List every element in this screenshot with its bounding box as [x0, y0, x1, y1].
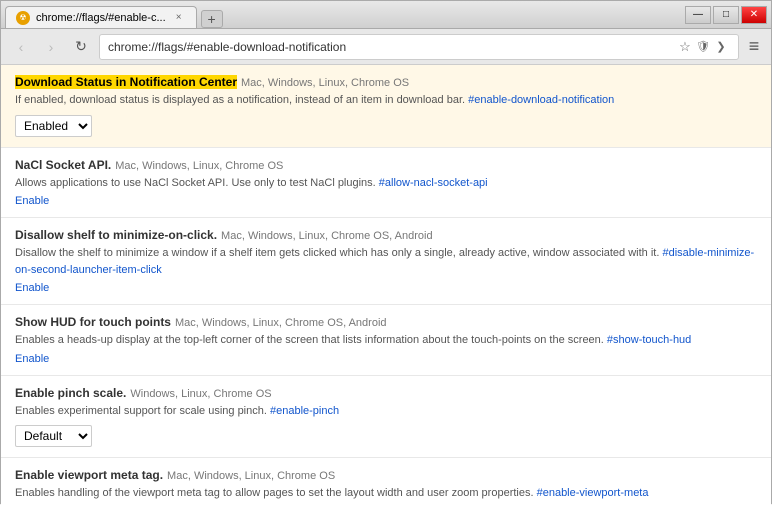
flag-title: Disallow shelf to minimize-on-click.	[15, 228, 217, 242]
flag-platforms: Mac, Windows, Linux, Chrome OS	[167, 470, 335, 482]
flag-anchor-link[interactable]: #enable-download-notification	[468, 94, 614, 106]
flag-enable-link-show-hud-touch[interactable]: Enable	[15, 353, 49, 365]
close-button[interactable]: ✕	[741, 6, 767, 24]
flag-description: Allows applications to use NaCl Socket A…	[15, 175, 757, 192]
flag-item-download-notification: Download Status in Notification Center Ma…	[1, 65, 771, 148]
flag-anchor-link[interactable]: #enable-pinch	[270, 405, 339, 417]
content-area[interactable]: Download Status in Notification Center Ma…	[1, 65, 771, 505]
flag-title: Enable pinch scale.	[15, 386, 126, 400]
window-controls: — □ ✕	[685, 6, 767, 24]
tab-close-button[interactable]: ×	[172, 11, 186, 25]
address-bar[interactable]: chrome://flags/#enable-download-notifica…	[99, 34, 739, 60]
flag-platforms: Mac, Windows, Linux, Chrome OS, Android	[175, 317, 387, 329]
flag-anchor-link[interactable]: #show-touch-hud	[607, 334, 691, 346]
title-bar: ☢ chrome://flags/#enable-c... × + — □ ✕	[1, 1, 771, 29]
flag-select-wrapper: EnabledDisabledDefault	[15, 115, 757, 137]
flag-description: Enables experimental support for scale u…	[15, 403, 757, 420]
flag-description: Enables a heads-up display at the top-le…	[15, 332, 757, 349]
maximize-button[interactable]: □	[713, 6, 739, 24]
flag-item-disallow-shelf: Disallow shelf to minimize-on-click. Mac,…	[1, 218, 771, 305]
flag-item-show-hud-touch: Show HUD for touch points Mac, Windows, L…	[1, 305, 771, 376]
menu-icon[interactable]: ≡	[745, 38, 763, 56]
flag-anchor-link[interactable]: #allow-nacl-socket-api	[379, 177, 488, 189]
tab-area: ☢ chrome://flags/#enable-c... × +	[5, 1, 223, 28]
flag-title-line: Show HUD for touch points Mac, Windows, L…	[15, 315, 757, 329]
flag-enable-link-nacl-socket-api[interactable]: Enable	[15, 195, 49, 207]
flag-item-enable-pinch-scale: Enable pinch scale. Windows, Linux, Chrom…	[1, 376, 771, 459]
flag-item-enable-viewport-meta: Enable viewport meta tag. Mac, Windows, L…	[1, 458, 771, 505]
nav-bar: ‹ › ↻ chrome://flags/#enable-download-no…	[1, 29, 771, 65]
bookmark-icon[interactable]: ☆	[676, 38, 694, 56]
flag-description: If enabled, download status is displayed…	[15, 92, 757, 109]
flag-anchor-link[interactable]: #enable-viewport-meta	[537, 487, 649, 499]
flag-platforms: Mac, Windows, Linux, Chrome OS	[241, 77, 409, 89]
flag-select-wrapper: DefaultEnabledDisabled	[15, 425, 757, 447]
flag-title: NaCl Socket API.	[15, 158, 111, 172]
flag-select-download-notification[interactable]: EnabledDisabledDefault	[15, 115, 92, 137]
flag-enable-link-disallow-shelf[interactable]: Enable	[15, 282, 49, 294]
flag-platforms: Mac, Windows, Linux, Chrome OS	[115, 160, 283, 172]
flag-title: Enable viewport meta tag.	[15, 468, 163, 482]
flag-title-line: NaCl Socket API. Mac, Windows, Linux, Chr…	[15, 158, 757, 172]
flag-title-line: Disallow shelf to minimize-on-click. Mac,…	[15, 228, 757, 242]
reload-button[interactable]: ↻	[69, 35, 93, 59]
flag-title-line: Download Status in Notification Center Ma…	[15, 75, 757, 89]
flag-anchor-link[interactable]: #disable-minimize-on-second-launcher-ite…	[15, 247, 754, 276]
flag-platforms: Windows, Linux, Chrome OS	[130, 388, 271, 400]
active-tab[interactable]: ☢ chrome://flags/#enable-c... ×	[5, 6, 197, 28]
minimize-button[interactable]: —	[685, 6, 711, 24]
flag-description: Disallow the shelf to minimize a window …	[15, 245, 757, 278]
flag-select-enable-pinch-scale[interactable]: DefaultEnabledDisabled	[15, 425, 92, 447]
shield-icon: 🛡	[694, 38, 712, 56]
forward-button[interactable]: ›	[39, 35, 63, 59]
flag-description: Enables handling of the viewport meta ta…	[15, 485, 757, 502]
nav-extra-icon[interactable]: ❯	[712, 38, 730, 56]
flag-title: Download Status in Notification Center	[15, 75, 237, 89]
tab-favicon: ☢	[16, 11, 30, 25]
flag-title-line: Enable pinch scale. Windows, Linux, Chrom…	[15, 386, 757, 400]
tab-label: chrome://flags/#enable-c...	[36, 12, 166, 24]
flag-title-line: Enable viewport meta tag. Mac, Windows, L…	[15, 468, 757, 482]
flag-title: Show HUD for touch points	[15, 315, 171, 329]
new-tab-button[interactable]: +	[201, 10, 223, 28]
address-text: chrome://flags/#enable-download-notifica…	[108, 40, 676, 54]
flag-platforms: Mac, Windows, Linux, Chrome OS, Android	[221, 230, 433, 242]
back-button[interactable]: ‹	[9, 35, 33, 59]
flag-item-nacl-socket-api: NaCl Socket API. Mac, Windows, Linux, Chr…	[1, 148, 771, 219]
